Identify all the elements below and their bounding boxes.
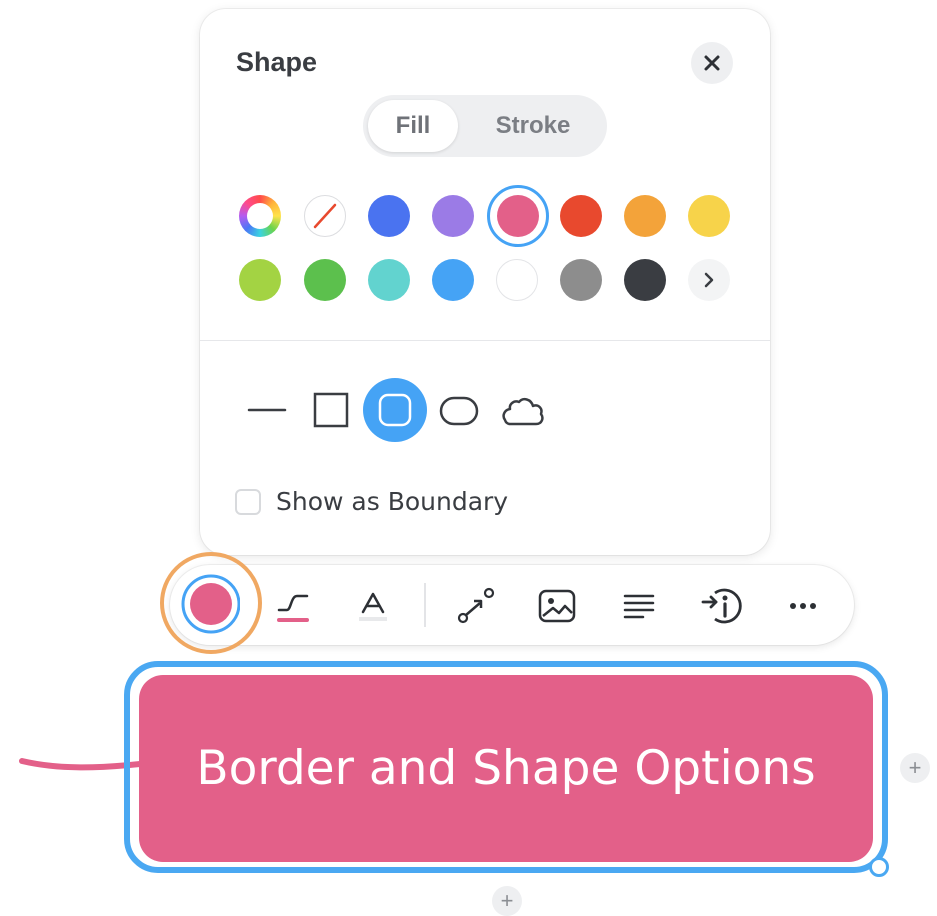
swatch-lime[interactable] xyxy=(239,259,281,301)
close-icon xyxy=(704,55,720,71)
line-shape-icon xyxy=(247,408,287,412)
panel-divider xyxy=(200,340,770,341)
line-style-button[interactable] xyxy=(270,583,316,629)
square-shape-icon xyxy=(313,392,349,428)
topic-node[interactable]: Border and Shape Options xyxy=(139,675,873,862)
shape-cloud[interactable] xyxy=(491,378,555,442)
plus-icon: + xyxy=(500,888,514,913)
relationship-icon xyxy=(457,587,495,624)
fill-stroke-toggle: Fill Stroke xyxy=(363,95,607,157)
swatch-blue[interactable] xyxy=(368,195,410,237)
add-below-button[interactable]: + xyxy=(492,886,522,916)
shape-line[interactable] xyxy=(235,378,299,442)
plus-icon: + xyxy=(908,755,922,780)
rounded-rect-shape-icon xyxy=(378,393,412,427)
swatch-gray[interactable] xyxy=(560,259,602,301)
relationship-button[interactable] xyxy=(452,583,498,629)
fill-color-button[interactable] xyxy=(180,574,240,634)
toolbar-separator xyxy=(424,583,426,627)
swatch-orange[interactable] xyxy=(624,195,666,237)
swatch-teal[interactable] xyxy=(368,259,410,301)
swatch-green[interactable] xyxy=(304,259,346,301)
close-button[interactable] xyxy=(691,42,733,84)
insert-button[interactable] xyxy=(698,583,744,629)
more-button[interactable] xyxy=(780,583,826,629)
topic-text[interactable]: Border and Shape Options xyxy=(196,741,815,796)
swatch-white[interactable] xyxy=(496,259,538,301)
text-format-button[interactable] xyxy=(350,583,396,629)
swatch-sky-blue[interactable] xyxy=(432,259,474,301)
add-right-button[interactable]: + xyxy=(900,753,930,783)
align-button[interactable] xyxy=(616,583,662,629)
shape-panel: Shape Fill Stroke Show as Boundary xyxy=(200,9,770,555)
swatch-purple[interactable] xyxy=(432,195,474,237)
swatch-dark-gray[interactable] xyxy=(624,259,666,301)
fill-color-icon xyxy=(181,574,240,634)
swatch-pink-selected[interactable] xyxy=(487,185,549,247)
image-icon xyxy=(538,589,576,623)
resize-handle[interactable] xyxy=(869,857,889,877)
show-as-boundary-label: Show as Boundary xyxy=(276,487,509,516)
line-style-icon xyxy=(277,594,309,622)
shape-square[interactable] xyxy=(299,378,363,442)
swatch-custom-color[interactable] xyxy=(239,195,281,237)
image-button[interactable] xyxy=(534,583,580,629)
cloud-shape-icon xyxy=(502,397,544,426)
align-icon xyxy=(623,594,655,619)
capsule-shape-icon xyxy=(439,396,479,426)
panel-title: Shape xyxy=(236,47,318,77)
shape-rounded-rect[interactable] xyxy=(363,378,427,442)
tab-stroke[interactable]: Stroke xyxy=(463,100,603,152)
swatch-yellow[interactable] xyxy=(688,195,730,237)
more-colors-button[interactable] xyxy=(688,259,730,301)
more-icon xyxy=(790,603,816,609)
node-toolbar xyxy=(170,565,854,645)
text-format-icon xyxy=(359,592,387,621)
tab-fill[interactable]: Fill xyxy=(368,100,458,152)
show-as-boundary-checkbox[interactable] xyxy=(235,489,261,515)
insert-icon xyxy=(701,588,742,624)
shape-capsule[interactable] xyxy=(427,378,491,442)
swatch-red[interactable] xyxy=(560,195,602,237)
chevron-right-icon xyxy=(704,272,714,288)
swatch-no-color[interactable] xyxy=(304,195,346,237)
